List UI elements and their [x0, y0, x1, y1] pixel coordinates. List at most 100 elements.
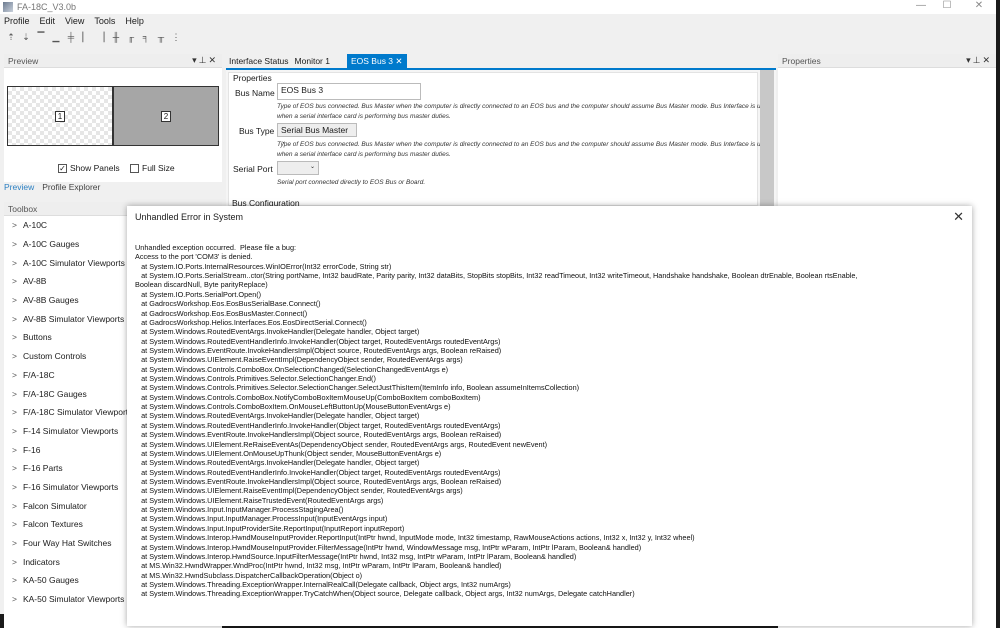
vertical-scrollbar[interactable]	[760, 70, 774, 220]
toolbox-item-label: A-10C	[22, 220, 48, 231]
monitor-1[interactable]: 1	[7, 86, 113, 146]
align-bottom-icon[interactable]: ▁	[51, 32, 61, 43]
preview-panel-header: Preview ▾⊥✕	[4, 54, 222, 68]
serial-port-select[interactable]: ⌄	[277, 161, 319, 175]
trace-line: Boolean discardNull, Byte parityReplace)	[135, 280, 268, 290]
menu-profile[interactable]: Profile	[4, 16, 30, 26]
toolbox-item-label: Indicators	[22, 556, 60, 567]
panel-controls-icon[interactable]: ▾⊥✕	[966, 55, 992, 66]
serial-port-hint: Serial port connected directly to EOS Bu…	[277, 179, 426, 186]
tab-interface-status[interactable]: Interface Status	[226, 56, 292, 66]
menu-tools[interactable]: Tools	[94, 16, 115, 26]
trace-line: at System.Windows.Threading.ExceptionWra…	[135, 579, 511, 589]
toolbox-item-label: AV-8B Gauges	[22, 295, 79, 306]
chevron-right-icon: >	[12, 313, 17, 324]
maximize-button[interactable]: ☐	[932, 0, 962, 14]
chevron-right-icon: >	[12, 594, 17, 605]
trace-line: at System.Windows.UIElement.OnMouseUpThu…	[135, 448, 442, 458]
monitor-1-label: 1	[54, 110, 66, 122]
tab-eos-bus-3[interactable]: EOS Bus 3 ✕	[346, 54, 407, 68]
document-tabs: Interface Status Monitor 1 EOS Bus 3 ✕	[226, 54, 407, 68]
trace-line: at GadrocsWorkshop.Eos.EosBusMaster.Conn…	[135, 308, 308, 318]
trace-line: Unhandled exception occurred. Please fil…	[135, 243, 297, 252]
toolbox-item-label: KA-50 Gauges	[22, 575, 79, 586]
trace-line: at System.Windows.EventRoute.InvokeHandl…	[135, 476, 502, 486]
trace-line: at System.Windows.UIElement.ReRaiseEvent…	[135, 439, 548, 449]
chevron-right-icon: >	[12, 276, 17, 287]
dialog-title: Unhandled Error in System	[135, 212, 244, 222]
close-button[interactable]: ✕	[964, 0, 994, 14]
trace-line: at System.Windows.RoutedEventHandlerInfo…	[135, 336, 501, 346]
toolbox-item-label: KA-50 Simulator Viewports	[22, 594, 125, 605]
menu-edit[interactable]: Edit	[40, 16, 56, 26]
properties-section-title: Properties	[233, 73, 272, 83]
distribute-h-icon[interactable]: ╓	[126, 32, 136, 43]
tab-eos-bus-3-label: EOS Bus 3	[350, 56, 394, 66]
trace-line: at System.Windows.RoutedEventArgs.Invoke…	[135, 411, 420, 421]
align-middle-icon[interactable]: ╫	[111, 32, 121, 43]
move-up-icon[interactable]: ⇡	[6, 32, 16, 43]
chevron-right-icon: >	[12, 369, 17, 380]
chevron-right-icon: >	[12, 481, 17, 492]
window-title: FA-18C_V3.0b	[17, 2, 77, 12]
panel-controls-icon[interactable]: ▾⊥✕	[192, 55, 218, 66]
toolbox-item-label: F/A-18C Gauges	[22, 388, 87, 399]
menu-view[interactable]: View	[65, 16, 84, 26]
preview-panel: 1 2 ✓ Show Panels Full Size	[4, 68, 222, 182]
trace-line: at MS.Win32.HwndWrapper.WndProc(IntPtr h…	[135, 561, 502, 571]
show-panels-label: Show Panels	[70, 163, 120, 173]
toolbox-item-label: F/A-18C	[22, 369, 55, 380]
trace-line: at GadrocsWorkshop.Helios.Interfaces.Eos…	[135, 317, 367, 327]
align-top-icon[interactable]: ▔	[36, 32, 46, 43]
trace-line: at System.Windows.Interop.HwndSource.Inp…	[135, 551, 577, 561]
menu-help[interactable]: Help	[125, 16, 144, 26]
chevron-right-icon: >	[12, 463, 17, 474]
trace-line: at System.Windows.UIElement.RaiseEventIm…	[135, 355, 463, 365]
tab-profile-explorer[interactable]: Profile Explorer	[42, 182, 100, 192]
properties-group: Properties Bus Name EOS Bus 3 Type of EO…	[228, 72, 771, 206]
chevron-right-icon: >	[12, 556, 17, 567]
trace-line: at System.Windows.Input.InputManager.Pro…	[135, 505, 344, 515]
space-icon[interactable]: ╥	[156, 32, 166, 43]
trace-line: at System.Windows.Input.InputManager.Pro…	[135, 514, 388, 524]
distribute-v-icon[interactable]: ╕	[141, 32, 151, 43]
chevron-right-icon: >	[12, 575, 17, 586]
toolbox-item-label: F-16	[22, 444, 41, 455]
align-center-icon[interactable]: ╪	[66, 32, 76, 43]
stack-trace: Unhandled exception occurred. Please fil…	[135, 243, 965, 599]
toolbox-item-label: F/A-18C Simulator Viewports	[22, 407, 133, 418]
toolbox-title: Toolbox	[8, 203, 38, 214]
toolbox-item-label: A-10C Gauges	[22, 239, 80, 250]
bus-type-select[interactable]: Serial Bus Master ⌄	[277, 123, 357, 145]
chevron-right-icon: >	[12, 388, 17, 399]
toolbox-item-label: Falcon Simulator	[22, 500, 87, 511]
close-tab-icon[interactable]: ✕	[395, 56, 402, 66]
tab-preview[interactable]: Preview	[4, 182, 34, 192]
move-down-icon[interactable]: ⇣	[21, 32, 31, 43]
eos-bus-editor: Properties Bus Name EOS Bus 3 Type of EO…	[226, 68, 776, 220]
align-left-icon[interactable]: ▏	[81, 32, 91, 43]
trace-line: at System.Windows.Interop.HwndMouseInput…	[135, 542, 642, 552]
tab-monitor-1[interactable]: Monitor 1	[292, 56, 333, 66]
bus-type-value: Serial Bus Master	[281, 125, 349, 135]
chevron-right-icon: >	[12, 220, 17, 231]
toolbar: ⇡ ⇣ ▔ ▁ ╪ ▏ ▕ ╫ ╓ ╕ ╥ ⋮	[6, 32, 181, 43]
chevron-right-icon: >	[12, 425, 17, 436]
toolbox-item-label: Four Way Hat Switches	[22, 538, 112, 549]
chevron-right-icon: >	[12, 332, 17, 343]
toolbox-item-label: Custom Controls	[22, 351, 87, 362]
align-right-icon[interactable]: ▕	[96, 32, 106, 43]
dialog-close-button[interactable]: ✕	[953, 209, 964, 225]
full-size-checkbox[interactable]	[130, 164, 139, 174]
show-panels-checkbox[interactable]: ✓	[58, 164, 67, 174]
bus-name-hint: Type of EOS bus connected. Bus Master wh…	[277, 103, 772, 120]
bus-name-input[interactable]: EOS Bus 3	[277, 83, 421, 100]
more-icon[interactable]: ⋮	[171, 32, 181, 43]
error-dialog: Unhandled Error in System ✕ Unhandled ex…	[127, 206, 972, 626]
monitor-2[interactable]: 2	[113, 86, 219, 146]
properties-panel-header: Properties ▾⊥✕	[778, 54, 996, 68]
trace-line: at System.Windows.RoutedEventArgs.Invoke…	[135, 327, 420, 337]
trace-line: at System.Windows.Interop.HwndMouseInput…	[135, 533, 695, 543]
toolbox-item-label: AV-8B Simulator Viewports	[22, 313, 125, 324]
properties-title: Properties	[782, 55, 821, 66]
